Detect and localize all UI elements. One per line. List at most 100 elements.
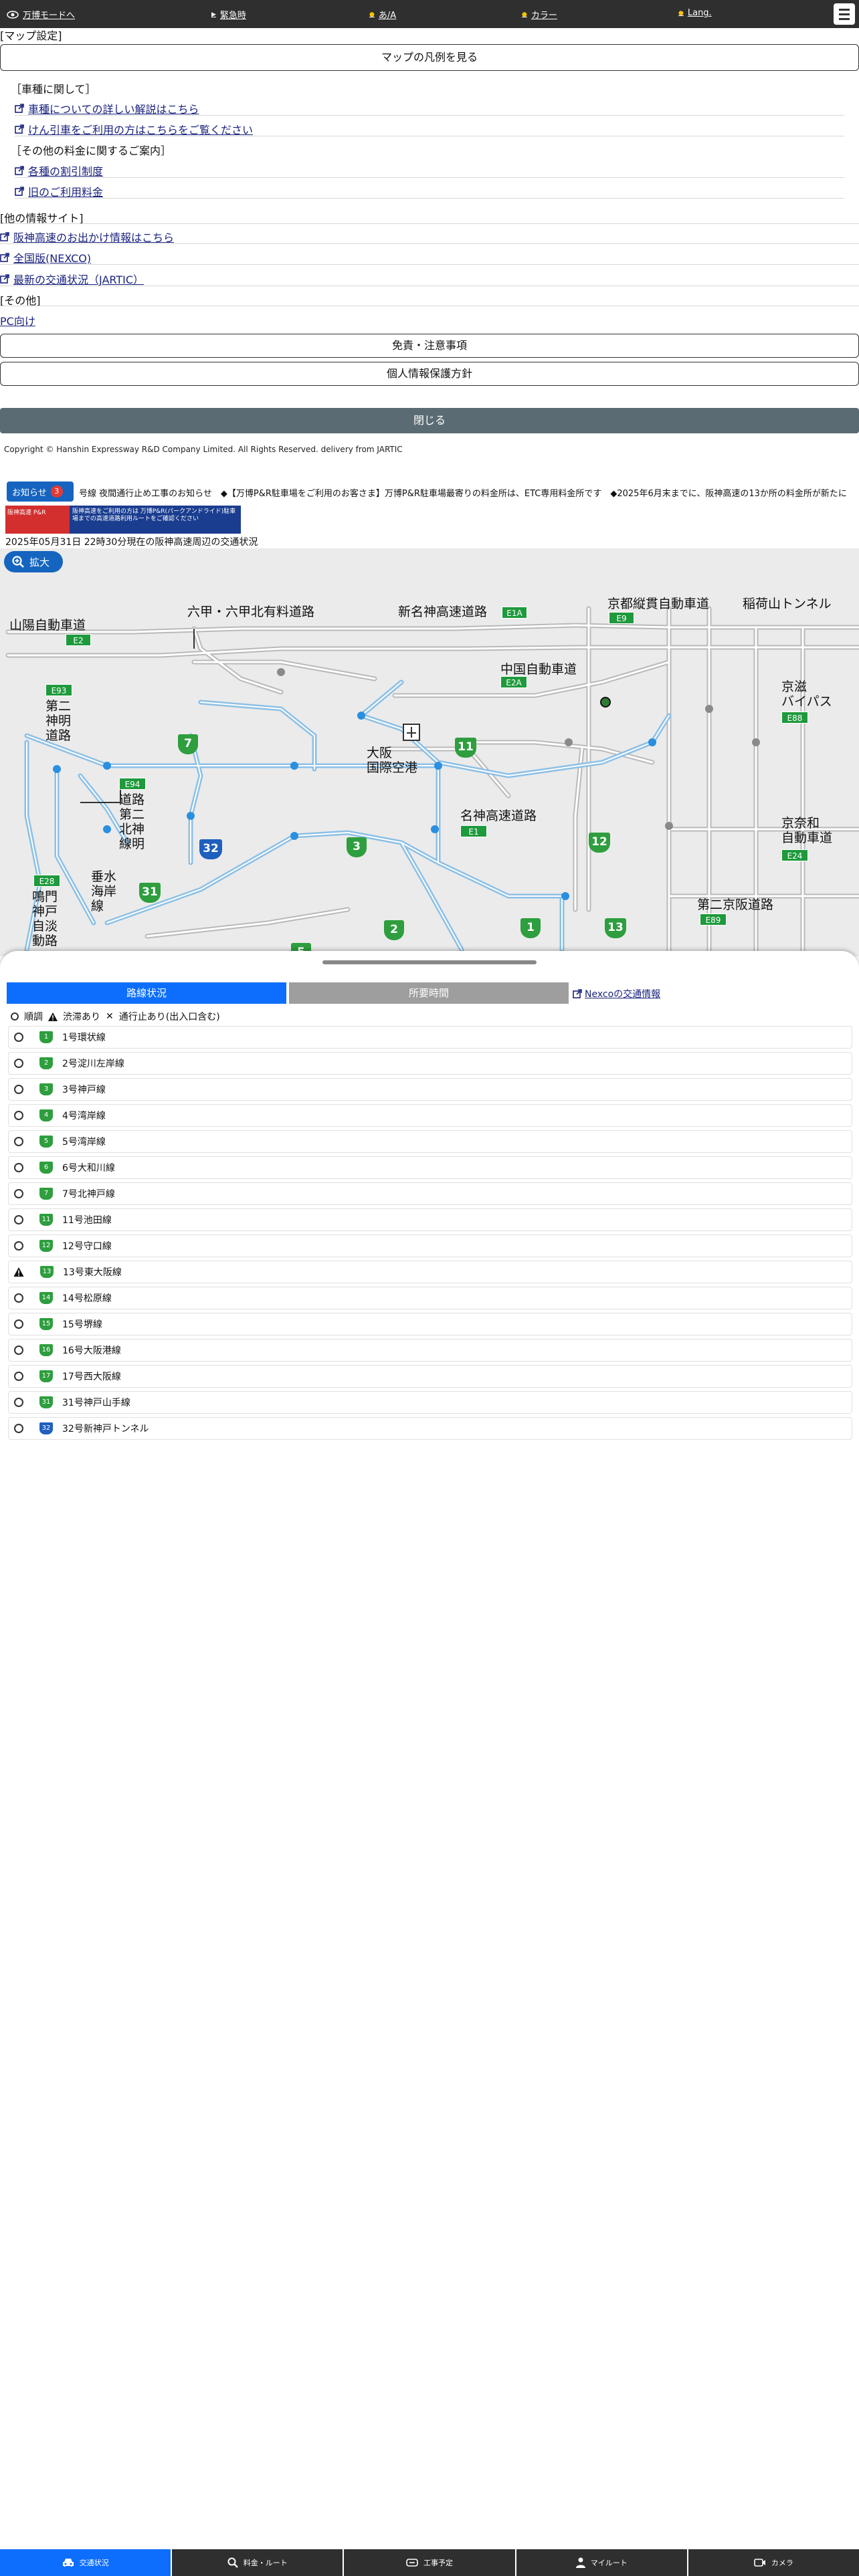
route-row[interactable]: 13 13号東大阪線 [8, 1261, 852, 1283]
news-ticker[interactable]: 号線 夜間通行止め工事のお知らせ ◆【万博P&R駐車場をご利用のお客さま】万博P… [79, 486, 855, 499]
legend-jam: 渋滞あり [63, 1012, 100, 1023]
route-badge-12[interactable]: 12 [589, 833, 610, 853]
nexco-national-link[interactable]: 全国版(NEXCO) [0, 249, 91, 265]
kana-toggle-link[interactable]: ● あ/A [369, 8, 396, 21]
car-icon [62, 2559, 74, 2567]
discount-label: 各種の割引制度 [28, 165, 104, 178]
vehicle-heading: ［車種に関して］ [11, 83, 96, 96]
traffic-map[interactable]: 山陽自動車道 六甲・六甲北有料道路 新名神高速道路 京都縦貫自動車道 稲荷山トン… [0, 548, 859, 956]
emergency-link[interactable]: ▶ 緊急時 [211, 8, 246, 21]
route-row[interactable]: 1 1号環状線 [8, 1026, 852, 1049]
divider [15, 198, 844, 199]
status-normal-icon [14, 1215, 23, 1224]
route-row[interactable]: 7 7号北神戸線 [8, 1182, 852, 1205]
route-row[interactable]: 16 16号大阪港線 [8, 1339, 852, 1362]
route-row[interactable]: 17 17号西大阪線 [8, 1365, 852, 1388]
route-row[interactable]: 2 2号淀川左岸線 [8, 1052, 852, 1075]
pc-link[interactable]: PC向け [0, 312, 35, 328]
route-name: 16号大阪港線 [62, 1346, 121, 1356]
route-row[interactable]: 12 12号守口線 [8, 1235, 852, 1257]
route-badge-3[interactable]: 3 [347, 837, 367, 857]
hamburger-menu-button[interactable] [834, 3, 855, 25]
close-x-icon: ✕ [106, 1011, 114, 1022]
expo-mode-link[interactable]: 万博モードへ [7, 8, 75, 21]
bullet-icon: ● [369, 11, 375, 18]
nav-traffic[interactable]: 交通状況 [0, 2549, 173, 2576]
route-row[interactable]: 31 31号神戸山手線 [8, 1391, 852, 1414]
label-airport: 大阪 国際空港 [367, 746, 418, 775]
camera-icon [754, 2559, 765, 2567]
notice-label: お知らせ [12, 488, 47, 498]
kana-label: あ/A [378, 11, 397, 21]
route-badge-32[interactable]: 32 [199, 839, 222, 859]
status-normal-icon [14, 1059, 23, 1068]
vehicle-info-link[interactable]: 車種についての詳しい解説はこちら [15, 100, 199, 116]
route-badge-1[interactable]: 1 [520, 918, 541, 938]
route-badge-2[interactable]: 2 [384, 920, 404, 940]
jartic-link[interactable]: 最新の交通状況（JARTIC） [0, 271, 144, 287]
status-normal-icon [14, 1189, 23, 1198]
route-name: 15号堺線 [62, 1319, 102, 1330]
emergency-label: 緊急時 [219, 11, 246, 21]
route-row[interactable]: 11 11号池田線 [8, 1208, 852, 1231]
nexco-traffic-link[interactable]: Nexcoの交通情報 [573, 987, 660, 1000]
jartic-label: 最新の交通状況（JARTIC） [13, 274, 145, 286]
label-keiji: 京滋 バイパス [781, 679, 832, 709]
route-number-badge: 2 [39, 1057, 53, 1069]
label-keinawa2: 京奈和 自動車道 [781, 816, 833, 845]
route-name: 12号守口線 [62, 1241, 112, 1252]
discount-link[interactable]: 各種の割引制度 [15, 163, 103, 179]
label-daini-hokushin: 道路 第二 北神 線明 [119, 792, 145, 851]
nav-my-route[interactable]: マイルート [516, 2549, 688, 2576]
lang-label: Lang. [687, 8, 712, 18]
park-and-ride-banner[interactable]: 阪神高速 P&R 阪神高速をご利用の方は 万博P&R(パークアンドライド)駐車場… [5, 506, 241, 534]
route-row[interactable]: 6 6号大和川線 [8, 1156, 852, 1179]
nav-construction[interactable]: 工事予定 [344, 2549, 516, 2576]
notice-button[interactable]: お知らせ 3 [7, 481, 74, 502]
status-normal-icon [14, 1372, 23, 1381]
zoom-button[interactable]: 拡大 [4, 551, 63, 572]
sheet-grab-handle[interactable] [322, 960, 537, 964]
route-status-sheet: 路線状況 所要時間 Nexcoの交通情報 順調 渋滞あり ✕ 通行止あり(出入口… [0, 951, 859, 2549]
magnifier-plus-icon [12, 556, 24, 568]
disclaimer-button[interactable]: 免責・注意事項 [0, 334, 859, 358]
lang-link[interactable]: ● Lang. [678, 8, 712, 18]
towing-info-link[interactable]: けん引車をご利用の方はこちらをご覧ください [15, 121, 253, 137]
label-rokko: 六甲・六甲北有料道路 [187, 605, 315, 619]
close-button[interactable]: 閉じる [0, 408, 859, 433]
legend-normal: 順調 [24, 1012, 43, 1023]
status-normal-icon [14, 1424, 23, 1433]
towing-info-label: けん引車をご利用の方はこちらをご覧ください [28, 124, 254, 136]
warning-triangle-icon [13, 1267, 24, 1277]
tab-travel-time[interactable]: 所要時間 [289, 982, 569, 1004]
shield-e89: E89 [700, 914, 727, 926]
nav-camera-label: カメラ [771, 2559, 793, 2567]
route-badge-11[interactable]: 11 [455, 738, 476, 758]
nav-fare-route[interactable]: 料金・ルート [172, 2549, 345, 2576]
route-row[interactable]: 15 15号堺線 [8, 1313, 852, 1335]
label-chugoku: 中国自動車道 [500, 662, 577, 677]
label-inariyama: 稲荷山トンネル [743, 597, 832, 611]
route-badge-31[interactable]: 31 [139, 883, 161, 903]
tab-route-status[interactable]: 路線状況 [7, 982, 286, 1004]
old-fees-link[interactable]: 旧のご利用料金 [15, 183, 103, 199]
route-row[interactable]: 14 14号松原線 [8, 1287, 852, 1309]
route-row[interactable]: 4 4号湾岸線 [8, 1104, 852, 1127]
route-badge-13[interactable]: 13 [605, 918, 626, 938]
person-icon [575, 2557, 585, 2568]
color-link[interactable]: ● カラー [522, 8, 557, 21]
route-row[interactable]: 3 3号神戸線 [8, 1078, 852, 1101]
privacy-policy-button[interactable]: 個人情報保護方針 [0, 362, 859, 386]
map-legend-button[interactable]: マップの凡例を見る [0, 44, 859, 71]
shield-e2: E2 [66, 634, 91, 646]
route-badge-7[interactable]: 7 [178, 734, 198, 754]
hanshin-outing-link[interactable]: 阪神高速のお出かけ情報はこちら [0, 229, 174, 245]
route-row[interactable]: 32 32号新神戸トンネル [8, 1417, 852, 1440]
route-row[interactable]: 5 5号湾岸線 [8, 1130, 852, 1153]
status-normal-icon [14, 1033, 23, 1042]
divider [15, 177, 844, 178]
nav-camera[interactable]: カメラ [688, 2549, 859, 2576]
legend-closed: 通行止あり(出入口含む) [118, 1012, 220, 1023]
external-link-icon [0, 274, 9, 284]
copyright-text: Copyright © Hanshin Expressway R&D Compa… [4, 445, 403, 454]
